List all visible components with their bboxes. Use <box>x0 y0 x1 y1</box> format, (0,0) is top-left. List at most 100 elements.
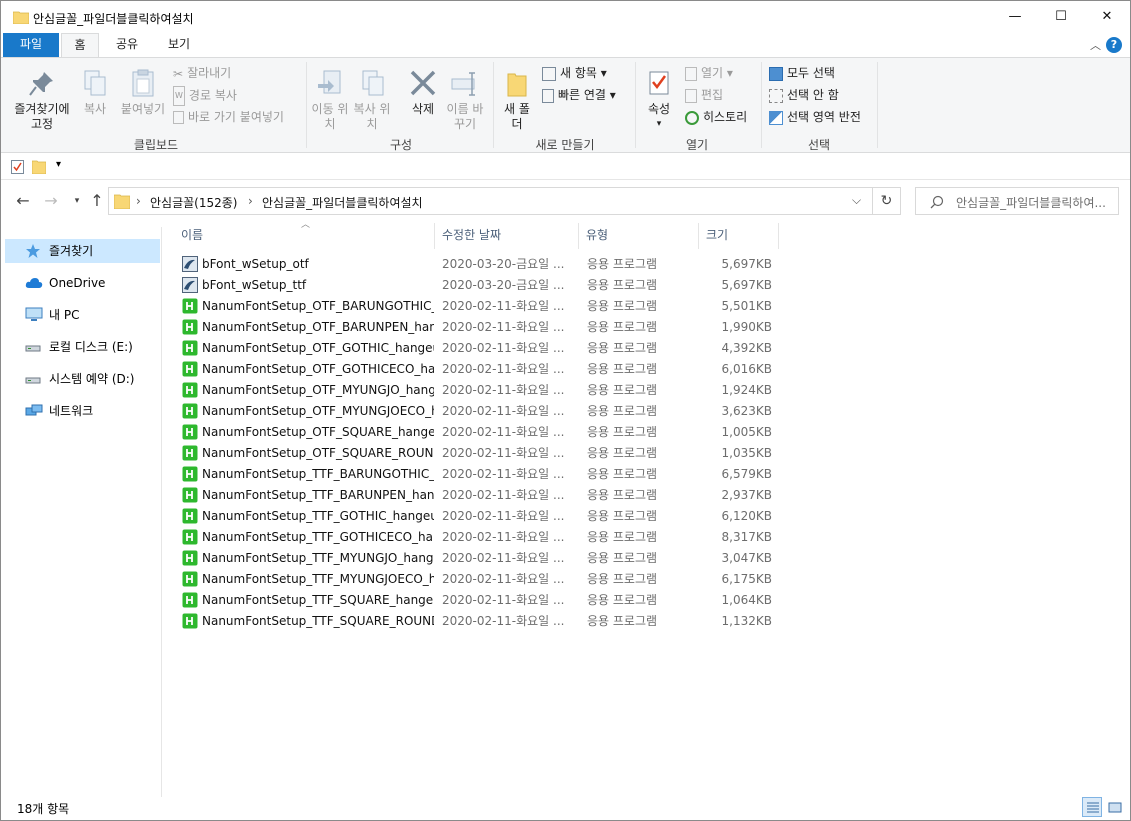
cut-button[interactable]: ✂ 잘라내기 <box>173 64 231 82</box>
edit-button[interactable]: 편집 <box>685 86 723 104</box>
history-button[interactable]: 히스토리 <box>685 108 747 126</box>
paste-shortcut-button[interactable]: 바로 가기 붙여넣기 <box>173 108 284 126</box>
details-view-button[interactable] <box>1082 797 1102 817</box>
file-row[interactable]: NanumFontSetup_TTF_GOTHIC_hangeul... 2020… <box>177 506 777 527</box>
address-bar[interactable]: › 안심글꼴(152종) › 안심글꼴_파일더블클릭하여설치 ⌵ <box>108 187 873 215</box>
file-type: 응용 프로그램 <box>587 467 658 481</box>
file-date: 2020-02-11-화요일 ... <box>442 299 565 313</box>
file-row[interactable]: NanumFontSetup_OTF_SQUARE_ROUN... 2020-02… <box>177 443 777 464</box>
file-row[interactable]: NanumFontSetup_OTF_GOTHIC_hangeul... 2020… <box>177 338 777 359</box>
select-all-icon <box>769 66 783 81</box>
tab-home[interactable]: 홈 <box>61 33 99 57</box>
nav-item-local-disk-e[interactable]: 로컬 디스크 (E:) <box>5 335 160 359</box>
file-row[interactable]: NanumFontSetup_TTF_SQUARE_hangeul... 2020… <box>177 590 777 611</box>
open-label: 열기 <box>701 66 724 80</box>
window-title: 안심글꼴_파일더블클릭하여설치 <box>33 12 194 26</box>
copy-to-button[interactable]: 복사 위치 <box>353 68 391 132</box>
file-size: 6,016KB <box>721 362 772 376</box>
file-row[interactable]: bFont_wSetup_ttf 2020-03-20-금요일 ... 응용 프로그… <box>177 275 777 296</box>
file-row[interactable]: NanumFontSetup_TTF_BARUNGOTHIC_h... 2020-… <box>177 464 777 485</box>
copy-button[interactable]: 복사 <box>79 68 111 117</box>
file-row[interactable]: NanumFontSetup_OTF_BARUNGOTHIC_... 2020-0… <box>177 296 777 317</box>
move-to-button[interactable]: 이동 위치 <box>311 68 349 132</box>
file-type: 응용 프로그램 <box>587 299 658 313</box>
file-size: 1,990KB <box>721 320 772 334</box>
breadcrumb-root[interactable]: 안심글꼴(152종) <box>150 194 237 211</box>
file-row[interactable]: NanumFontSetup_OTF_MYUNGJOECO_h... 2020-0… <box>177 401 777 422</box>
close-button[interactable]: ✕ <box>1084 1 1130 33</box>
properties-qat-icon[interactable] <box>11 160 24 174</box>
new-folder-button[interactable]: 새 폴더 <box>499 68 535 132</box>
refresh-button[interactable]: ↻ <box>873 187 901 215</box>
maximize-button[interactable]: ☐ <box>1038 1 1084 33</box>
up-arrow-icon[interactable]: ↑ <box>85 189 109 213</box>
customize-qat-icon[interactable]: ▾ <box>56 159 61 170</box>
ribbon-separator <box>635 62 636 148</box>
delete-button[interactable]: 삭제 <box>403 68 443 117</box>
file-row[interactable]: NanumFontSetup_TTF_MYUNGJO_hange... 2020-… <box>177 548 777 569</box>
column-header-size[interactable]: 크기 <box>700 223 779 249</box>
file-row[interactable]: NanumFontSetup_OTF_SQUARE_hangeu... 2020-… <box>177 422 777 443</box>
search-box[interactable]: 안심글꼴_파일더블클릭하여... <box>915 187 1119 215</box>
large-icons-view-button[interactable] <box>1105 797 1125 817</box>
copy-path-button[interactable]: W 경로 복사 <box>173 86 237 106</box>
chevron-down-icon[interactable]: ⌵ <box>852 193 861 208</box>
file-row[interactable]: NanumFontSetup_TTF_SQUARE_ROUND... 2020-0… <box>177 611 777 632</box>
large-icons-view-icon <box>1108 802 1122 813</box>
nav-item-network[interactable]: 네트워크 <box>5 399 160 423</box>
file-row[interactable]: NanumFontSetup_OTF_BARUNPEN_han... 2020-0… <box>177 317 777 338</box>
column-header-type[interactable]: 유형 <box>580 223 699 249</box>
new-folder-label: 새 폴더 <box>504 102 530 131</box>
open-button[interactable]: 열기 ▾ <box>685 64 733 82</box>
file-date: 2020-02-11-화요일 ... <box>442 341 565 355</box>
select-all-button[interactable]: 모두 선택 <box>769 64 835 82</box>
file-row[interactable]: NanumFontSetup_OTF_GOTHICECO_han... 2020-… <box>177 359 777 380</box>
select-all-label: 모두 선택 <box>787 66 835 80</box>
file-row[interactable]: NanumFontSetup_TTF_BARUNPEN_hang... 2020-… <box>177 485 777 506</box>
nanum-icon <box>182 424 198 440</box>
file-row[interactable]: NanumFontSetup_OTF_MYUNGJO_hang... 2020-0… <box>177 380 777 401</box>
new-folder-qat-icon[interactable] <box>32 160 46 174</box>
nanum-icon <box>182 445 198 461</box>
nav-item-system-reserved-d[interactable]: 시스템 예약 (D:) <box>5 367 160 391</box>
column-header-name[interactable]: 이름 <box>175 223 435 249</box>
properties-button[interactable]: 속성 ▾ <box>641 68 677 132</box>
file-row[interactable]: NanumFontSetup_TTF_MYUNGJOECO_h... 2020-0… <box>177 569 777 590</box>
nav-item-onedrive[interactable]: OneDrive <box>5 271 160 295</box>
file-row[interactable]: bFont_wSetup_otf 2020-03-20-금요일 ... 응용 프로그… <box>177 254 777 275</box>
collapse-ribbon-icon[interactable]: ︿ <box>1090 37 1101 53</box>
nav-item-quick-access[interactable]: 즐겨찾기 <box>5 239 160 263</box>
clipboard-group-label: 클립보드 <box>133 138 179 152</box>
nav-item-this-pc[interactable]: 내 PC <box>5 303 160 327</box>
refresh-icon: ↻ <box>880 193 893 209</box>
file-date: 2020-02-11-화요일 ... <box>442 467 565 481</box>
back-arrow-icon[interactable]: ← <box>11 189 35 213</box>
file-date: 2020-02-11-화요일 ... <box>442 509 565 523</box>
file-size: 1,035KB <box>721 446 772 460</box>
minimize-button[interactable]: — <box>992 1 1038 33</box>
tab-file[interactable]: 파일 <box>3 33 59 57</box>
file-date: 2020-02-11-화요일 ... <box>442 425 565 439</box>
tab-share[interactable]: 공유 <box>105 33 149 57</box>
pin-to-quick-access-button[interactable]: 즐겨찾기에 고정 <box>9 68 75 132</box>
new-group-label: 새로 만들기 <box>535 138 595 152</box>
paste-button[interactable]: 붙여넣기 <box>117 68 169 117</box>
column-header-date[interactable]: 수정한 날짜 <box>436 223 579 249</box>
rename-button[interactable]: 이름 바꾸기 <box>445 68 485 132</box>
breadcrumb-current[interactable]: 안심글꼴_파일더블클릭하여설치 <box>262 194 423 211</box>
search-icon <box>930 195 944 209</box>
ribbon-separator <box>877 62 878 148</box>
forward-arrow-icon[interactable]: → <box>39 189 63 213</box>
file-date: 2020-03-20-금요일 ... <box>442 278 565 292</box>
tab-view[interactable]: 보기 <box>157 33 201 57</box>
details-view-icon <box>1087 802 1099 813</box>
select-none-button[interactable]: 선택 안 함 <box>769 86 839 104</box>
file-type: 응용 프로그램 <box>587 446 658 460</box>
invert-selection-button[interactable]: 선택 영역 반전 <box>769 108 861 126</box>
help-icon[interactable]: ? <box>1106 37 1122 53</box>
new-item-button[interactable]: 새 항목 ▾ <box>542 64 607 82</box>
edit-icon <box>685 88 697 103</box>
file-row[interactable]: NanumFontSetup_TTF_GOTHICECO_han... 2020-… <box>177 527 777 548</box>
file-date: 2020-02-11-화요일 ... <box>442 446 565 460</box>
easy-access-button[interactable]: 빠른 연결 ▾ <box>542 86 616 104</box>
